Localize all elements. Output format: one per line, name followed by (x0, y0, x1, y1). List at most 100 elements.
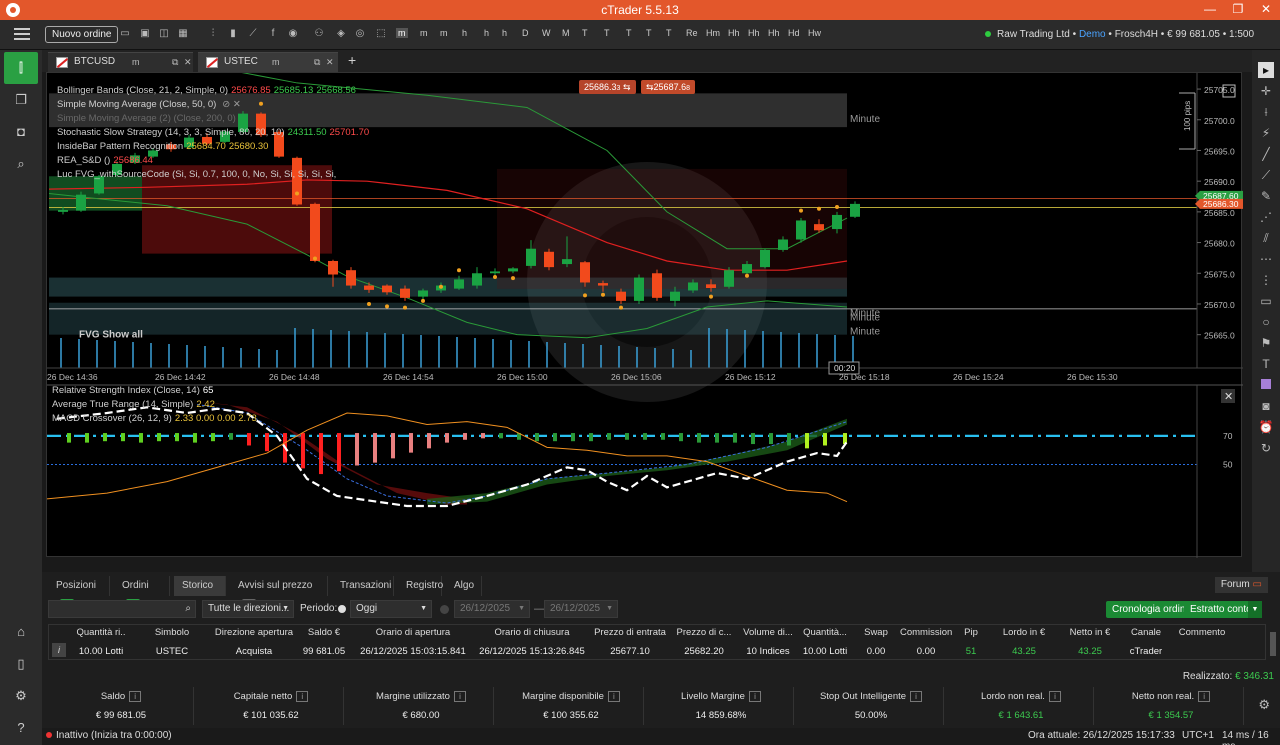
candle-body[interactable] (562, 259, 572, 265)
timeframe-button[interactable]: h (484, 28, 489, 38)
grid-tool-icon[interactable]: ⋯ (1258, 251, 1274, 267)
tab-posizioni[interactable]: Posizioni1 (48, 576, 110, 612)
tab-ustec[interactable]: USTEC m ⧉ ✕ (198, 52, 338, 72)
info-icon[interactable]: i (607, 691, 620, 702)
zoom-icon[interactable]: ⟊ (1258, 104, 1274, 120)
sidebar-copy-icon[interactable]: ❐ (13, 92, 29, 108)
column-header[interactable]: Quantità ri.. (72, 627, 130, 638)
info-icon[interactable]: i (296, 691, 309, 702)
period-radio[interactable] (338, 605, 346, 613)
replay-icon[interactable]: ↻ (1258, 440, 1274, 456)
indicator-legend-line[interactable]: Simple Moving Average (Close, 50, 0) ⊘ ✕ (57, 99, 241, 110)
timeframe-button[interactable]: h (462, 28, 467, 38)
timeframe-button[interactable]: M (562, 28, 570, 38)
date-from-input[interactable]: 26/12/2025 ▼ (454, 600, 530, 618)
lower-indicator-legend[interactable]: MACD Crossover (26, 12, 9) 2.33 0.00 0.00… (52, 413, 257, 424)
cursor-icon[interactable]: ▸ (1258, 62, 1274, 78)
indicator-legend-line[interactable]: Simple Moving Average (2) (Close, 200, 0… (57, 113, 236, 124)
close-window-button[interactable]: ✕ (1252, 0, 1280, 20)
timeframe-button[interactable]: T (666, 28, 672, 38)
forum-button[interactable]: Forum ▭ (1214, 577, 1268, 593)
tab-transazioni[interactable]: Transazioni (332, 576, 394, 596)
table-scrollbar[interactable] (1270, 632, 1276, 656)
timeframe-button[interactable]: m (440, 28, 448, 38)
hide-close-icon[interactable]: ⊘ ✕ (222, 99, 241, 110)
tab-algo[interactable]: Algo (446, 576, 482, 596)
candle-body[interactable] (58, 210, 68, 212)
timeframe-button[interactable]: T (626, 28, 632, 38)
indicator-legend-line[interactable]: Bollinger Bands (Close, 21, 2, Simple, 0… (57, 85, 356, 96)
text-icon[interactable]: T (1258, 356, 1274, 372)
hamburger-menu-icon[interactable] (14, 28, 30, 42)
info-icon[interactable]: i (129, 691, 142, 702)
timeframe-button[interactable]: h (502, 28, 507, 38)
candle-body[interactable] (526, 248, 536, 266)
info-icon[interactable]: i (910, 691, 923, 702)
column-header[interactable]: Orario di apertura (354, 627, 472, 638)
eye-icon[interactable]: ◎ (353, 27, 367, 41)
timeframe-button[interactable]: m (420, 28, 428, 38)
pen-icon[interactable]: ✎ (1258, 188, 1274, 204)
candle-body[interactable] (652, 273, 662, 298)
indicator-legend-line[interactable]: Luc FVG_withSourceCode (Si, Si, 0.7, 100… (57, 169, 336, 180)
tab-registro[interactable]: Registro (398, 576, 443, 596)
account-info[interactable]: Raw Trading Ltd • Demo • Frosch4H • € 99… (985, 29, 1254, 40)
column-header[interactable]: Volume di... (740, 627, 796, 638)
timeframe-button[interactable]: Re (686, 28, 698, 38)
camera-icon[interactable]: ◙ (1258, 398, 1274, 414)
symbol-search-input[interactable]: ⌕ (48, 600, 196, 618)
column-header[interactable]: Direzione apertura (214, 627, 294, 638)
multi-chart-icon[interactable]: ▦ (176, 27, 190, 41)
sidebar-tablet-icon[interactable]: ▯ (13, 656, 29, 672)
candle-body[interactable] (508, 268, 518, 272)
sidebar-settings-icon[interactable]: ⚙ (13, 688, 29, 704)
timeframe-button[interactable]: Hm (706, 28, 720, 38)
direction-select[interactable]: Tutte le direzioni... ▼ (202, 600, 294, 618)
sidebar-analyze-icon[interactable]: ⌕ (13, 156, 29, 172)
fib-icon[interactable]: ⋰ (1258, 209, 1274, 225)
candle-body[interactable] (292, 157, 302, 205)
info-icon[interactable]: i (453, 691, 466, 702)
layers-icon[interactable]: ◈ (334, 27, 348, 41)
lower-indicator-legend[interactable]: Relative Strength Index (Close, 14) 65 (52, 385, 213, 396)
color-icon[interactable] (1258, 377, 1274, 393)
candle-body[interactable] (76, 194, 86, 211)
new-order-button[interactable]: Nuovo ordine (45, 26, 119, 43)
sidebar-robot-icon[interactable]: ◘ (13, 124, 29, 140)
candle-body[interactable] (742, 264, 752, 274)
column-header[interactable]: Quantità... (798, 627, 852, 638)
candle-body[interactable] (814, 224, 824, 231)
candle-body[interactable] (724, 270, 734, 287)
indicator-legend-line[interactable]: REA_S&D () 25686.44 (57, 155, 153, 166)
timeframe-button[interactable]: T (582, 28, 588, 38)
trend-line-icon[interactable]: ╱ (1258, 146, 1274, 162)
timezone[interactable]: UTC+1 (1182, 730, 1214, 741)
candle-body[interactable] (688, 282, 698, 291)
candles-icon[interactable]: ▮ (226, 27, 240, 41)
candle-body[interactable] (832, 214, 842, 230)
column-header[interactable]: Netto in € (1060, 627, 1120, 638)
tab-close-icon[interactable]: ✕ (184, 53, 192, 71)
measure-icon[interactable]: ⋮ (1258, 272, 1274, 288)
candle-body[interactable] (400, 288, 410, 298)
lower-indicator-legend[interactable]: Average True Range (14, Simple) 2.42 (52, 399, 215, 410)
split-icon[interactable]: ◫ (157, 27, 171, 41)
candle-body[interactable] (580, 262, 590, 283)
candle-body[interactable] (310, 203, 320, 261)
tab-close-icon[interactable]: ✕ (326, 53, 334, 71)
timeframe-button[interactable]: W (542, 28, 551, 38)
line-chart-icon[interactable]: ⟋ (246, 27, 260, 41)
statement-button[interactable]: Estratto conto ▼ (1184, 601, 1262, 618)
layout-icon[interactable]: ▣ (138, 27, 152, 41)
timeframe-button[interactable]: T (646, 28, 652, 38)
add-tab-button[interactable]: + (348, 52, 356, 68)
share-icon[interactable]: ⚇ (312, 27, 326, 41)
order-history-button[interactable]: Cronologia ordini (1106, 601, 1194, 618)
fvg-show-all-label[interactable]: FVG Show all (79, 330, 143, 341)
facebook-icon[interactable]: f (266, 27, 280, 41)
candle-body[interactable] (454, 279, 464, 289)
column-header[interactable]: Orario di chiusura (474, 627, 590, 638)
tab-popout-icon[interactable]: ⧉ (314, 53, 320, 71)
column-header[interactable]: Simbolo (132, 627, 212, 638)
timeframe-button[interactable]: D (522, 28, 529, 38)
